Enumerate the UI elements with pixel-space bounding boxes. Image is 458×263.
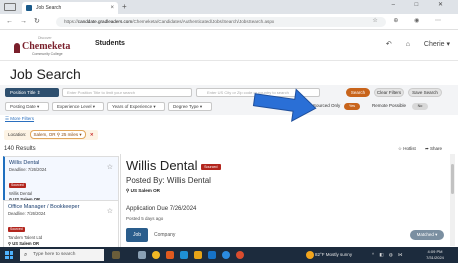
location-filter-bar: Location: Salem, OR ⚲ 25 miles ▾ ✕	[4, 130, 98, 140]
detail-posted-by: Posted By: Willis Dental	[126, 176, 211, 185]
header-actions: ↶ ⌂ Cherie ▾	[374, 40, 450, 48]
taskbar-app-icon[interactable]	[112, 251, 120, 259]
results-count: 140 Results	[4, 146, 36, 152]
detail-title: Willis Dental	[126, 158, 198, 173]
remote-possible-label: Remote Possible	[372, 103, 407, 108]
site-header: Discover Chemeketa Community College Stu…	[0, 31, 458, 61]
url-prefix: https://	[64, 19, 78, 24]
save-search-button[interactable]: Save Search	[408, 88, 442, 97]
system-tray[interactable]: ^ ◧ ◍ ⋈	[372, 249, 405, 261]
new-tab-button[interactable]: +	[122, 2, 127, 12]
user-menu[interactable]: Cherie ▾	[424, 41, 450, 48]
search-icon: ⌕	[24, 252, 28, 258]
degree-type-select[interactable]: Degree Type ▾	[168, 102, 212, 111]
logo-subtitle: Community College	[32, 52, 63, 56]
clock-date: 7/31/2024	[426, 255, 444, 260]
tab-company[interactable]: Company	[154, 228, 175, 242]
detail-actions: ☆ Hotlist ➦ Share	[390, 146, 442, 152]
logo-emblem-icon	[14, 43, 20, 53]
url-path: /Chemeketa/Candidates/Authenticated/Jobs…	[132, 19, 275, 24]
undo-icon[interactable]: ↶	[386, 41, 392, 48]
more-filters-link[interactable]: ☰ More Filters	[5, 116, 34, 122]
share-link[interactable]: ➦ Share	[425, 146, 442, 151]
address-bar-row: ← → ↻ https://canddate.gradleaders.com/C…	[0, 14, 458, 30]
star-icon[interactable]: ☆	[107, 163, 113, 171]
weather-icon	[306, 251, 314, 259]
toolbar-icons[interactable]: ☆ ⊕ ◉ ⋯	[372, 17, 448, 24]
list-item[interactable]: Office Manager / Bookkeeper Deadline: 7/…	[3, 200, 119, 251]
tab-title: Job Search	[36, 5, 62, 11]
window-controls[interactable]: ‒ □ ✕	[392, 1, 452, 8]
search-button[interactable]: Search	[346, 88, 370, 97]
back-icon[interactable]: ←	[6, 17, 13, 27]
logo-tagline: Discover	[38, 36, 52, 40]
windows-start-icon[interactable]	[5, 251, 13, 259]
position-title-select[interactable]: Position Title ⇕	[5, 88, 59, 97]
detail-posted-ago: Posted 5 days ago	[126, 216, 164, 221]
location-label: Location:	[8, 132, 27, 137]
app-window: Job Search × + ‒ □ ✕ ← → ↻ https://candd…	[0, 0, 458, 263]
scrollbar-thumb[interactable]	[451, 164, 454, 194]
taskbar-search-placeholder: Type here to search	[33, 252, 76, 257]
favicon-icon	[26, 5, 32, 11]
section-title: Students	[95, 40, 125, 47]
browser-tab-bar: Job Search × + ‒ □ ✕	[0, 0, 458, 14]
outlook-icon[interactable]	[208, 251, 216, 259]
detail-location: ⚲ US Salem OR	[126, 188, 161, 193]
forward-icon[interactable]: →	[20, 17, 27, 27]
star-icon[interactable]: ☆	[107, 207, 113, 215]
home-icon[interactable]: ⌂	[406, 41, 410, 48]
scrollbar[interactable]	[450, 154, 455, 246]
sourced-only-toggle[interactable]: Yes	[344, 103, 360, 110]
sourced-badge: Sourced	[8, 227, 25, 232]
edge-icon[interactable]	[180, 251, 188, 259]
filter-bar: Position Title ⇕ Enter Position Title to…	[0, 85, 458, 115]
experience-level-select[interactable]: Experience Level ▾	[52, 102, 104, 111]
taskbar-app-icon[interactable]	[166, 251, 174, 259]
location-chip[interactable]: Salem, OR ⚲ 25 miles ▾	[29, 130, 86, 139]
results-list[interactable]: Willis Dental Deadline: 7/26/2024 Source…	[3, 154, 121, 251]
url-field[interactable]: https://canddate.gradleaders.com/Chemeke…	[56, 17, 386, 27]
taskbar-search[interactable]: ⌕ Type here to search	[20, 249, 104, 261]
browser-tab[interactable]: Job Search ×	[22, 2, 118, 14]
detail-application-due: Application Due 7/26/2024	[126, 206, 197, 212]
hotlist-link[interactable]: ☆ Hotlist	[398, 146, 416, 151]
task-view-icon[interactable]	[138, 251, 146, 259]
clock[interactable]: 4:09 PM 7/31/2024	[420, 249, 450, 261]
job-title: Office Manager / Bookkeeper	[8, 204, 80, 210]
taskbar-app-icon[interactable]	[222, 251, 230, 259]
remove-location-icon[interactable]: ✕	[90, 132, 94, 137]
chrome-icon[interactable]	[152, 251, 160, 259]
remote-possible-toggle[interactable]: No	[412, 103, 428, 110]
sourced-badge: Sourced	[9, 183, 26, 188]
taskbar-app-icon[interactable]	[236, 251, 244, 259]
taskbar: ⌕ Type here to search 82°F Mostly sunny …	[0, 247, 458, 263]
tab-job[interactable]: Job	[126, 228, 148, 242]
college-logo[interactable]: Discover Chemeketa Community College	[8, 35, 88, 57]
page-title: Job Search	[10, 66, 81, 82]
detail-title-row: Willis Dental Sourced	[126, 158, 221, 173]
job-title: Willis Dental	[9, 160, 40, 166]
url-domain: canddate.gradleaders.com	[77, 19, 133, 24]
logo-name: Chemeketa	[22, 41, 71, 52]
posting-date-select[interactable]: Posting Date ▾	[5, 102, 49, 111]
years-experience-select[interactable]: Years of Experience ▾	[107, 102, 165, 111]
detail-sourced-badge: Sourced	[201, 163, 221, 170]
reload-icon[interactable]: ↻	[34, 17, 40, 27]
weather-text[interactable]: 82°F Mostly sunny	[315, 249, 352, 261]
keyword-input[interactable]: Enter Position Title to limit your searc…	[62, 88, 192, 97]
clear-filters-button[interactable]: Clear Filters	[374, 88, 404, 97]
job-detail-pane: Willis Dental Sourced Posted By: Willis …	[126, 154, 444, 247]
file-explorer-icon[interactable]	[194, 251, 202, 259]
tab-actions-icon[interactable]	[4, 3, 16, 11]
close-tab-icon[interactable]: ×	[110, 2, 114, 14]
matched-dropdown[interactable]: Matched ▾	[410, 230, 444, 240]
annotation-arrow-icon	[252, 88, 317, 122]
